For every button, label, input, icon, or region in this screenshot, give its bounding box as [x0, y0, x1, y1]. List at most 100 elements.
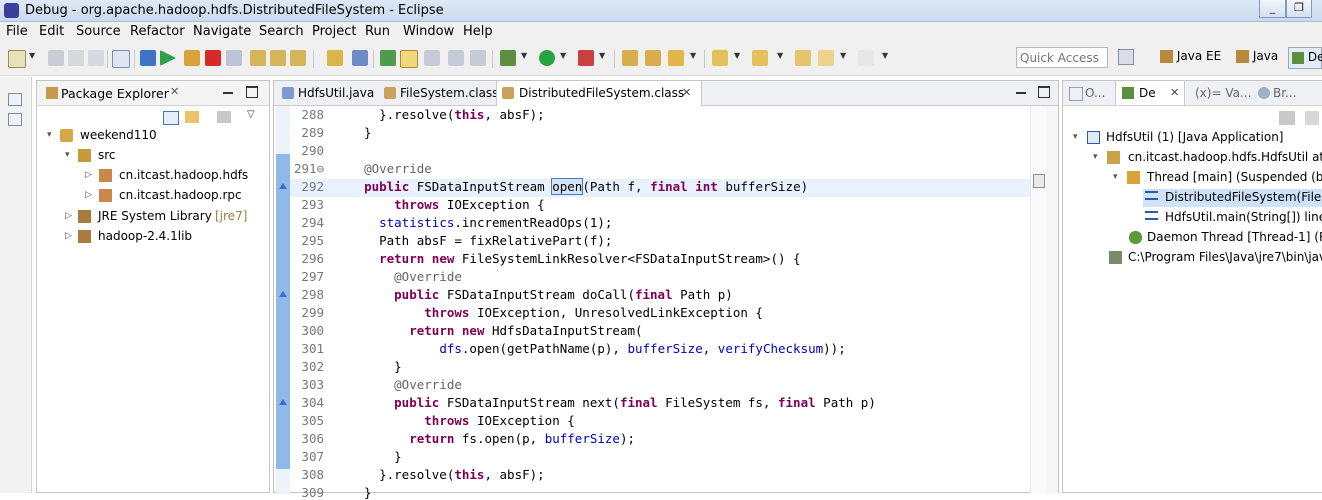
code-line[interactable]: return fs.open(p, bufferSize); — [349, 431, 635, 446]
mark-occurrences-icon[interactable] — [380, 50, 396, 66]
menu-refactor[interactable]: Refactor — [130, 24, 185, 39]
chevron-down-icon[interactable]: ▼ — [882, 51, 888, 60]
tab-hdfsutil-java[interactable]: HdfsUtil.java — [276, 81, 376, 105]
chevron-right-icon[interactable]: ▷ — [65, 231, 72, 241]
window-icon[interactable] — [112, 50, 130, 68]
vertical-scrollbar[interactable] — [1030, 106, 1047, 494]
chevron-right-icon[interactable]: ▷ — [85, 170, 92, 180]
close-icon[interactable]: ✕ — [1170, 86, 1179, 99]
menu-window[interactable]: Window — [403, 24, 454, 39]
code-line[interactable]: } — [349, 359, 402, 374]
view-menu-icon[interactable] — [1305, 111, 1319, 125]
code-line[interactable]: }.resolve(this, absF); — [349, 107, 545, 122]
close-icon[interactable]: ✕ — [170, 85, 179, 98]
code-line[interactable]: return new HdfsDataInputStream( — [349, 323, 642, 338]
code-line[interactable]: Path absF = fixRelativePart(f); — [349, 233, 612, 248]
chevron-down-icon[interactable]: ▽ — [247, 109, 255, 120]
debug-icon[interactable] — [500, 50, 516, 66]
code-line[interactable]: return new FileSystemLinkResolver<FSData… — [349, 251, 800, 266]
menu-navigate[interactable]: Navigate — [193, 24, 251, 39]
skip-breakpoints-icon[interactable] — [140, 50, 156, 66]
code-line[interactable]: @Override — [349, 377, 462, 392]
chevron-down-icon[interactable]: ▼ — [690, 51, 696, 60]
terminate-icon[interactable] — [205, 50, 221, 66]
save-all-icon[interactable] — [68, 50, 84, 66]
debug-tree-frame-selected[interactable]: DistributedFileSystem(FileSy — [1143, 189, 1322, 207]
code-line[interactable]: @Override — [349, 161, 432, 176]
save-icon[interactable] — [48, 50, 64, 66]
step-over-icon[interactable] — [270, 50, 286, 66]
menu-search[interactable]: Search — [259, 24, 304, 39]
link-with-editor-icon[interactable] — [185, 111, 199, 123]
tab-debug[interactable]: De ✕ — [1115, 81, 1185, 105]
perspective-java[interactable]: Java — [1236, 49, 1278, 69]
code-line[interactable]: }.resolve(this, absF); — [349, 467, 545, 482]
remove-terminated-icon[interactable] — [1279, 111, 1295, 125]
chevron-down-icon[interactable]: ▾ — [1073, 132, 1078, 142]
tab-distributedfilesystem-class[interactable]: DistributedFileSystem.class ✕ — [496, 81, 702, 106]
new-package-icon[interactable] — [622, 50, 638, 66]
overview-ruler[interactable] — [1046, 106, 1058, 494]
chevron-down-icon[interactable]: ▾ — [1093, 152, 1098, 162]
chevron-down-icon[interactable]: ▼ — [599, 51, 605, 60]
code-line[interactable]: } — [349, 449, 402, 464]
code-line[interactable]: throws IOException, UnresolvedLinkExcept… — [349, 305, 763, 320]
chevron-down-icon[interactable]: ▼ — [734, 51, 740, 60]
code-line[interactable]: public FSDataInputStream open(Path f, fi… — [349, 178, 808, 195]
previous-annotation-icon[interactable] — [752, 50, 768, 66]
chevron-down-icon[interactable]: ▾ — [1113, 172, 1118, 182]
perspective-java-ee[interactable]: Java EE — [1160, 49, 1221, 69]
open-perspective-button[interactable] — [1118, 49, 1134, 69]
chevron-down-icon[interactable]: ▼ — [777, 51, 783, 60]
tab-variables[interactable]: (x)= Va... — [1195, 86, 1251, 100]
minimize-icon[interactable] — [223, 92, 233, 94]
new-icon[interactable] — [8, 50, 26, 68]
menu-edit[interactable]: Edit — [39, 24, 64, 39]
paragraph-icon[interactable] — [470, 50, 486, 66]
last-edit-location-icon[interactable] — [795, 50, 811, 66]
block-selection-icon[interactable] — [448, 50, 464, 66]
code-line[interactable]: throws IOException { — [349, 197, 545, 212]
chevron-down-icon[interactable]: ▾ — [65, 150, 70, 160]
view-menu-filter-icon[interactable] — [217, 111, 231, 123]
minimize-icon[interactable] — [1016, 92, 1026, 94]
drop-to-frame-icon[interactable] — [327, 50, 343, 66]
chevron-right-icon[interactable]: ▷ — [85, 190, 92, 200]
resume-icon[interactable] — [160, 50, 176, 66]
restore-button[interactable]: ❐ — [1286, 0, 1312, 18]
open-type-icon[interactable] — [645, 50, 661, 66]
next-annotation-icon[interactable] — [712, 50, 728, 66]
chevron-down-icon[interactable]: ▼ — [521, 51, 527, 60]
back-icon[interactable] — [818, 50, 834, 66]
step-return-icon[interactable] — [290, 50, 306, 66]
run-icon[interactable] — [539, 50, 555, 66]
highlight-icon[interactable] — [400, 50, 418, 68]
menu-project[interactable]: Project — [312, 24, 356, 39]
code-line[interactable]: dfs.open(getPathName(p), bufferSize, ver… — [349, 341, 845, 356]
code-line[interactable]: @Override — [349, 269, 462, 284]
package-explorer-title[interactable]: Package Explorer — [61, 86, 169, 101]
search-icon[interactable] — [668, 50, 684, 66]
chevron-down-icon[interactable]: ▼ — [840, 51, 846, 60]
external-tools-icon[interactable] — [578, 50, 594, 66]
code-line[interactable]: public FSDataInputStream next(final File… — [349, 395, 876, 410]
suspend-icon[interactable] — [184, 50, 200, 66]
menu-file[interactable]: File — [6, 24, 28, 39]
close-icon[interactable]: ✕ — [682, 86, 691, 99]
menu-source[interactable]: Source — [76, 24, 121, 39]
chevron-right-icon[interactable]: ▷ — [65, 211, 72, 221]
scrollbar-thumb[interactable] — [1033, 174, 1045, 188]
use-step-filters-icon[interactable] — [352, 50, 368, 66]
maximize-icon[interactable] — [246, 86, 258, 98]
code-line[interactable]: statistics.incrementReadOps(1); — [349, 215, 612, 230]
code-line[interactable]: throws IOException { — [349, 413, 575, 428]
menu-help[interactable]: Help — [463, 24, 493, 39]
minimize-button[interactable]: _ — [1259, 0, 1286, 18]
tab-breakpoints[interactable]: Br... — [1273, 86, 1297, 100]
forward-icon[interactable] — [858, 50, 874, 66]
perspective-debug[interactable]: De — [1288, 47, 1322, 69]
tab-outline[interactable]: O... — [1085, 86, 1105, 100]
step-into-icon[interactable] — [250, 50, 266, 66]
menu-run[interactable]: Run — [365, 24, 390, 39]
print-icon[interactable] — [88, 50, 104, 66]
